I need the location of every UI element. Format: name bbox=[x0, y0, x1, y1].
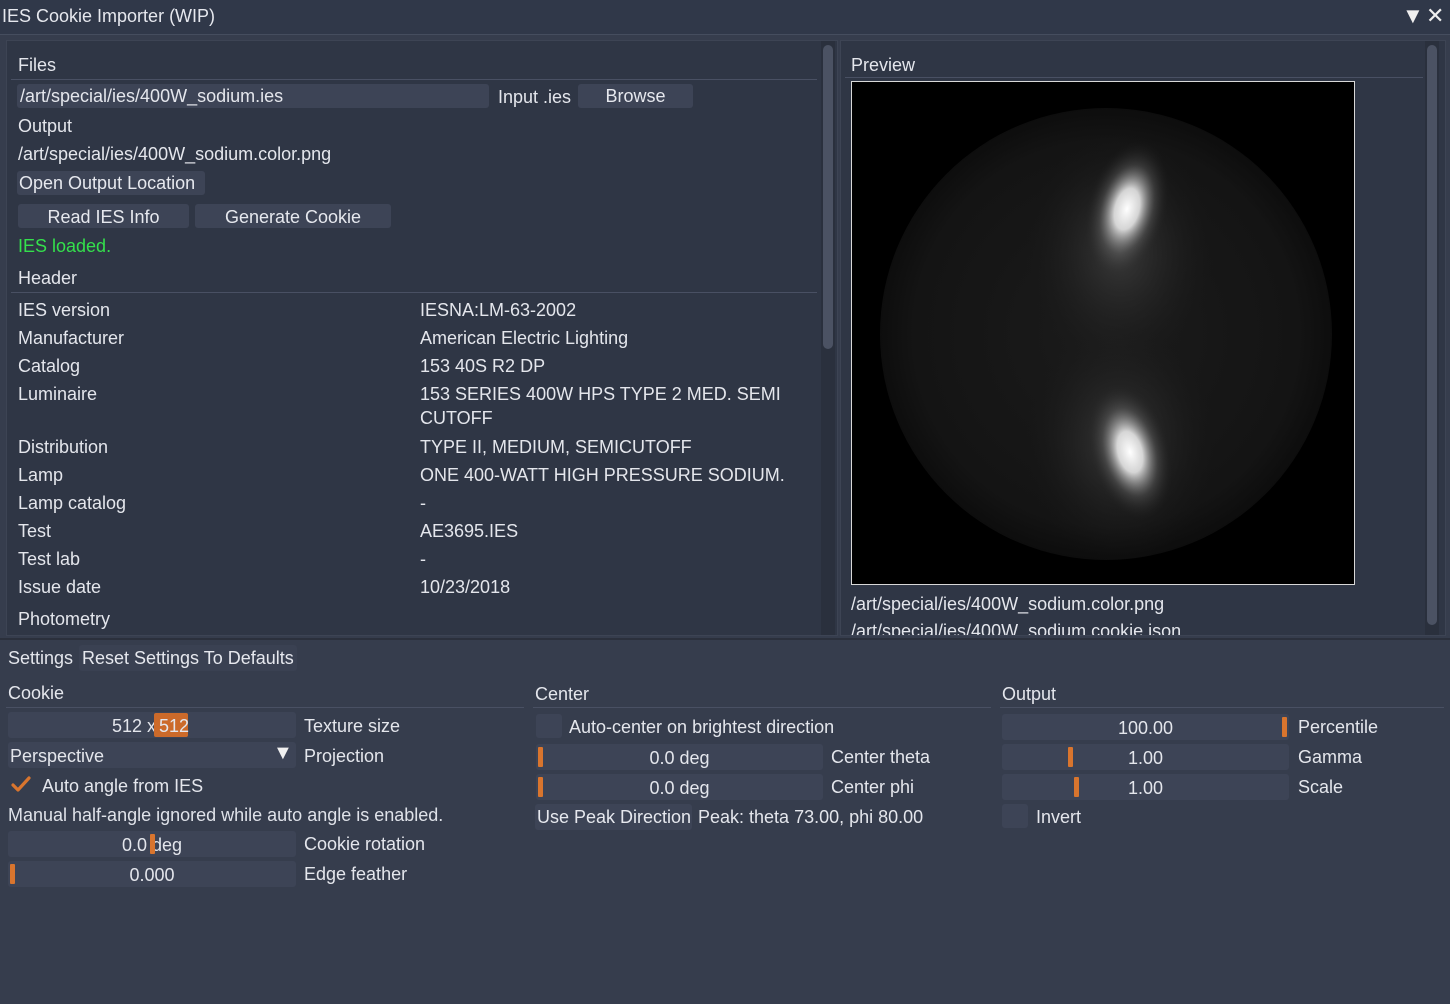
output-section-label: Output bbox=[1002, 684, 1057, 704]
header-value: American Electric Lighting bbox=[420, 328, 629, 348]
auto-center-label: Auto-center on brightest direction bbox=[569, 717, 835, 737]
slider-grab[interactable] bbox=[150, 834, 155, 854]
read-ies-info-button[interactable]: Read IES Info bbox=[18, 204, 189, 228]
auto-angle-label: Auto angle from IES bbox=[42, 776, 204, 796]
input-path-field[interactable]: /art/special/ies/400W_sodium.ies bbox=[17, 84, 489, 108]
auto-angle-note: Manual half-angle ignored while auto ang… bbox=[8, 805, 444, 825]
output-label: Output bbox=[18, 116, 73, 136]
divider bbox=[11, 79, 817, 80]
divider bbox=[533, 707, 991, 708]
header-section-label: Header bbox=[18, 268, 78, 288]
percentile-slider[interactable]: 100.00 bbox=[1002, 714, 1289, 740]
header-key: Manufacturer bbox=[18, 328, 125, 348]
header-key: IES version bbox=[18, 300, 111, 320]
header-key: Issue date bbox=[18, 577, 102, 597]
invert-checkbox[interactable] bbox=[1002, 804, 1028, 828]
edge-feather-label: Edge feather bbox=[304, 864, 408, 884]
preview-panel: Preview /art/special/ies/400W_sodium.col… bbox=[840, 40, 1446, 636]
peak-readout: Peak: theta 73.00, phi 80.00 bbox=[698, 807, 924, 827]
divider bbox=[845, 77, 1423, 78]
cookie-preview-image bbox=[851, 81, 1355, 585]
scrollbar-thumb[interactable] bbox=[1427, 45, 1437, 625]
browse-button[interactable]: Browse bbox=[578, 84, 693, 108]
generate-cookie-button[interactable]: Generate Cookie bbox=[195, 204, 391, 228]
texture-size-field[interactable]: 512 x 512 bbox=[8, 712, 296, 738]
cookie-rotation-label: Cookie rotation bbox=[304, 834, 426, 854]
header-value: ONE 400-WATT HIGH PRESSURE SODIUM. bbox=[420, 465, 785, 485]
reset-settings-button[interactable]: Reset Settings To Defaults bbox=[79, 645, 297, 671]
header-value: 153 SERIES 400W HPS TYPE 2 MED. SEMI bbox=[420, 384, 781, 404]
divider bbox=[11, 292, 817, 293]
slider-grab[interactable] bbox=[538, 777, 543, 797]
center-phi-label: Center phi bbox=[831, 777, 915, 797]
divider bbox=[6, 707, 524, 708]
header-value: - bbox=[420, 549, 426, 569]
scale-label: Scale bbox=[1298, 777, 1344, 797]
slider-grab[interactable] bbox=[1282, 717, 1287, 737]
header-key: Distribution bbox=[18, 437, 109, 457]
status-message: IES loaded. bbox=[18, 236, 112, 256]
header-key: Lamp catalog bbox=[18, 493, 127, 513]
use-peak-direction-button[interactable]: Use Peak Direction bbox=[535, 804, 692, 830]
header-key: Lamp bbox=[18, 465, 64, 485]
scrollbar[interactable] bbox=[821, 41, 835, 635]
auto-angle-checkbox[interactable] bbox=[8, 773, 34, 797]
window-title: IES Cookie Importer (WIP) bbox=[2, 6, 216, 26]
title-bar[interactable]: IES Cookie Importer (WIP) ▼ ✕ bbox=[0, 0, 1450, 35]
cookie-section-label: Cookie bbox=[8, 683, 65, 703]
info-panel: Files /art/special/ies/400W_sodium.ies I… bbox=[6, 40, 838, 636]
divider bbox=[1000, 707, 1444, 708]
cookie-rotation-slider[interactable]: 0.0 deg bbox=[8, 831, 296, 857]
files-section-label: Files bbox=[18, 55, 57, 75]
gamma-label: Gamma bbox=[1298, 747, 1363, 767]
invert-label: Invert bbox=[1036, 807, 1082, 827]
center-theta-label: Center theta bbox=[831, 747, 931, 767]
slider-grab[interactable] bbox=[10, 864, 15, 884]
preview-section-label: Preview bbox=[851, 55, 916, 75]
cookie-preview-graphic bbox=[852, 82, 1354, 584]
percentile-label: Percentile bbox=[1298, 717, 1379, 737]
texture-height-selection[interactable]: 512 bbox=[154, 713, 189, 737]
center-section-label: Center bbox=[535, 684, 590, 704]
panel-divider[interactable] bbox=[0, 638, 1450, 640]
projection-dropdown[interactable]: Perspective ▼ bbox=[8, 742, 296, 768]
auto-center-checkbox[interactable] bbox=[536, 714, 562, 738]
header-value: TYPE II, MEDIUM, SEMICUTOFF bbox=[420, 437, 692, 457]
center-phi-slider[interactable]: 0.0 deg bbox=[536, 774, 823, 800]
chevron-down-icon[interactable]: ▼ bbox=[273, 742, 293, 765]
header-key: Test lab bbox=[18, 549, 81, 569]
checkmark-icon bbox=[11, 776, 31, 792]
preview-color-path: /art/special/ies/400W_sodium.color.png bbox=[851, 594, 1165, 614]
settings-label: Settings bbox=[8, 648, 74, 668]
header-value-continued: CUTOFF bbox=[420, 408, 493, 428]
header-key: Test bbox=[18, 521, 52, 541]
header-key: Catalog bbox=[18, 356, 81, 376]
collapse-triangle-icon[interactable]: ▼ bbox=[1402, 3, 1424, 29]
slider-grab[interactable] bbox=[1074, 777, 1079, 797]
gamma-slider[interactable]: 1.00 bbox=[1002, 744, 1289, 770]
output-path: /art/special/ies/400W_sodium.color.png bbox=[18, 144, 332, 164]
scale-slider[interactable]: 1.00 bbox=[1002, 774, 1289, 800]
header-key: Luminaire bbox=[18, 384, 98, 404]
projection-label: Projection bbox=[304, 746, 385, 766]
texture-size-label: Texture size bbox=[304, 716, 401, 736]
texture-width-value[interactable]: 512 bbox=[112, 716, 142, 737]
preview-json-path: /art/special/ies/400W_sodium.cookie.json bbox=[851, 621, 1182, 636]
edge-feather-slider[interactable]: 0.000 bbox=[8, 861, 296, 887]
open-output-location-button[interactable]: Open Output Location bbox=[17, 171, 205, 195]
slider-grab[interactable] bbox=[1068, 747, 1073, 767]
slider-grab[interactable] bbox=[538, 747, 543, 767]
header-value: IESNA:LM-63-2002 bbox=[420, 300, 577, 320]
scrollbar-thumb[interactable] bbox=[823, 45, 833, 349]
photometry-section-label: Photometry bbox=[18, 609, 111, 629]
center-theta-slider[interactable]: 0.0 deg bbox=[536, 744, 823, 770]
input-ies-label: Input .ies bbox=[498, 87, 572, 107]
close-icon[interactable]: ✕ bbox=[1426, 3, 1444, 29]
header-value: 153 40S R2 DP bbox=[420, 356, 546, 376]
header-value: - bbox=[420, 493, 426, 513]
scrollbar[interactable] bbox=[1425, 41, 1439, 635]
header-value: AE3695.IES bbox=[420, 521, 519, 541]
header-value: 10/23/2018 bbox=[420, 577, 511, 597]
